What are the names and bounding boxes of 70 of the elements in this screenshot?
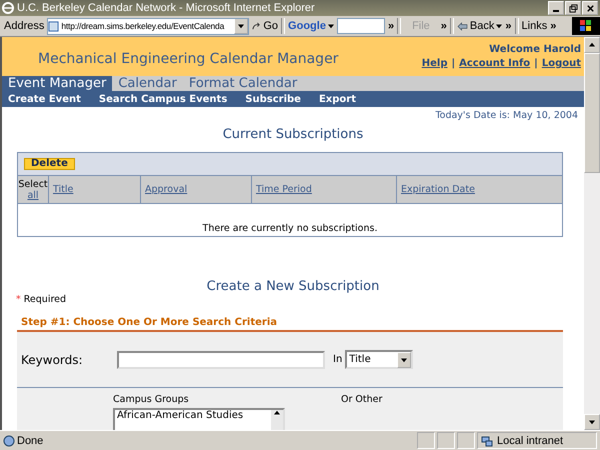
select-all-link[interactable]: all — [27, 190, 39, 200]
column-header-link[interactable]: Approval — [145, 184, 188, 195]
in-label: In — [333, 354, 342, 365]
sub-nav-link[interactable]: Create Event — [8, 94, 81, 104]
site-title: Mechanical Engineering Calendar Manager — [38, 50, 338, 66]
minimize-icon — [553, 10, 559, 12]
chevron-button[interactable]: » — [505, 20, 512, 32]
sub-nav-link[interactable]: Search Campus Events — [98, 94, 228, 104]
close-icon — [586, 4, 594, 12]
chevron-button[interactable]: » — [388, 20, 394, 32]
minimize-button[interactable] — [548, 1, 564, 15]
links-button[interactable]: Links — [522, 20, 548, 32]
header-link[interactable]: Logout — [542, 58, 581, 69]
date-text: Today's Date is: May 10, 2004 — [435, 110, 578, 121]
nav-tab[interactable]: Format Calendar — [182, 76, 304, 91]
search-field[interactable] — [336, 18, 385, 34]
nav-tab[interactable]: Calendar — [112, 76, 183, 91]
sub-nav-link[interactable]: Export — [318, 94, 356, 104]
campus-groups-list[interactable]: African-American Studies — [113, 408, 285, 430]
address-field[interactable]: http://dream.sims.berkeley.edu/EventCalenda — [47, 18, 250, 34]
keywords-label: Keywords: — [20, 352, 84, 366]
caret-icon — [238, 23, 244, 29]
list-item[interactable]: African-American Studies — [117, 410, 244, 421]
back-button[interactable]: Back — [456, 20, 502, 32]
scroll-up-icon — [589, 42, 595, 48]
column-header-link[interactable]: Title — [53, 184, 74, 195]
select-label: Select — [18, 178, 48, 190]
caret-icon — [496, 23, 502, 29]
sub-nav-link[interactable]: Subscribe — [245, 94, 301, 104]
header-link[interactable]: Help — [422, 58, 448, 69]
scroll-up-icon — [274, 410, 280, 416]
windows-logo-icon — [572, 17, 600, 35]
nav-tab[interactable]: Event Manager — [2, 76, 112, 91]
scroll-down-icon — [589, 419, 595, 425]
section-heading: Current Subscriptions — [222, 127, 364, 142]
go-button[interactable]: Go — [252, 20, 278, 32]
address-label: Address — [4, 20, 44, 32]
column-header-link[interactable]: Time Period — [256, 184, 312, 195]
welcome-text: Welcome Harold — [489, 44, 581, 55]
page-icon — [3, 434, 15, 446]
section-heading: Create a New Subscription — [206, 279, 380, 294]
separator-text: | — [451, 58, 456, 69]
page-icon — [48, 20, 60, 32]
search-engine-button[interactable]: Google — [288, 20, 334, 32]
zone-text: Local intranet — [497, 434, 564, 446]
column-header-link[interactable]: Expiration Date — [401, 184, 475, 195]
empty-message: There are currently no subscriptions. — [202, 223, 378, 234]
network-icon — [481, 434, 493, 446]
back-arrow-icon — [456, 22, 468, 30]
restore-button[interactable] — [565, 1, 581, 15]
separator-text: | — [534, 58, 538, 69]
window-title: U.C. Berkeley Calendar Network - Microsoft Internet Explorer — [17, 2, 316, 14]
header-link[interactable]: Account Info — [459, 58, 530, 69]
chevron-button[interactable]: » — [550, 20, 556, 32]
delete-button[interactable]: Delete — [24, 158, 75, 170]
campus-groups-label: Campus Groups — [113, 394, 190, 405]
vertical-scrollbar[interactable] — [584, 37, 600, 430]
caret-icon — [328, 23, 334, 29]
required-mark: * — [16, 294, 21, 305]
field-dropdown[interactable]: Title — [345, 350, 414, 369]
caret-icon — [401, 356, 408, 362]
restore-icon — [568, 4, 578, 12]
arrow-icon — [252, 22, 262, 30]
close-button[interactable] — [582, 1, 598, 15]
browser-icon — [2, 2, 14, 14]
keywords-field[interactable] — [117, 350, 325, 368]
required-label: Required — [24, 294, 66, 305]
status-text: Done — [17, 434, 44, 446]
chevron-button[interactable]: » — [440, 20, 447, 32]
other-label: Or Other — [341, 394, 382, 407]
